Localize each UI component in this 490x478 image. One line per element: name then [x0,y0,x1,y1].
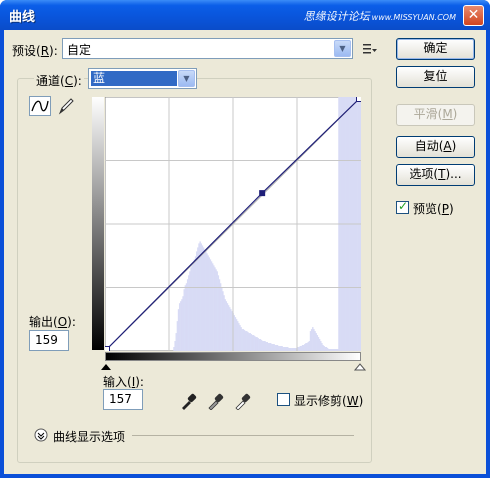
input-label: 输入(I): [103,375,144,389]
curves-dialog-window: 曲线 思缘设计论坛 www.MISSYUAN.COM ✕ 预设(R): 自定 ▼ … [0,0,490,478]
ok-button[interactable]: 确定 [396,38,475,60]
preview-label: 预览(P) [413,202,454,216]
auto-button[interactable]: 自动(A) [396,136,475,158]
white-point-slider[interactable] [354,363,366,371]
curve-control-point[interactable] [356,97,362,102]
smooth-button[interactable]: 平滑(M) [396,104,475,126]
preview-checkbox[interactable]: ✓ [396,199,409,214]
checkmark-icon: ✓ [398,199,409,213]
preset-select[interactable]: 自定 ▼ [62,38,353,59]
channel-value: 蓝 [91,71,177,86]
watermark-en: www.MISSYUAN.COM [371,13,456,22]
window-title: 曲线 [9,10,36,25]
pencil-tool-button[interactable] [56,96,76,116]
chevron-down-icon: ▼ [178,70,195,87]
show-clipping-checkbox[interactable] [277,393,290,406]
preset-label: 预设(R): [12,44,58,58]
output-label: 输出(O): [29,315,76,329]
curve-display-options-label: 曲线显示选项 [53,430,126,444]
watermark-cn: 思缘设计论坛 [303,10,370,23]
expand-chevron-icon[interactable] [34,428,48,442]
channel-label: 通道(C): [34,72,84,89]
divider [132,435,354,436]
output-field[interactable]: 159 [29,330,69,351]
reset-button[interactable]: 复位 [396,66,475,88]
preset-value: 自定 [67,43,92,57]
black-point-slider[interactable] [100,363,112,371]
gray-eyedropper-icon[interactable] [206,392,224,410]
curve-control-point[interactable] [105,346,110,352]
curve-control-point[interactable] [259,190,266,197]
curve-icon [31,100,49,112]
curve-graph[interactable] [105,97,361,351]
dialog-client-area: 预设(R): 自定 ▼ 确定 复位 平滑(M) 自动(A) 选项(T)... ✓… [4,30,486,474]
close-icon: ✕ [467,7,480,23]
title-bar[interactable]: 曲线 思缘设计论坛 www.MISSYUAN.COM ✕ [0,0,490,30]
curve-tool-button[interactable] [29,96,51,116]
output-gradient-bar [92,97,104,350]
show-clipping-label: 显示修剪(W) [294,394,364,408]
close-button[interactable]: ✕ [463,5,484,26]
black-eyedropper-icon[interactable] [179,392,197,410]
chevron-down-icon: ▼ [334,40,351,57]
preset-options-icon[interactable] [362,43,378,55]
input-gradient-bar [105,352,361,361]
white-eyedropper-icon[interactable] [233,392,251,410]
pencil-icon [58,98,74,115]
watermark: 思缘设计论坛 www.MISSYUAN.COM [304,8,456,24]
input-field[interactable]: 157 [103,389,143,410]
channel-select[interactable]: 蓝 ▼ [88,68,197,89]
options-button[interactable]: 选项(T)... [396,164,475,186]
